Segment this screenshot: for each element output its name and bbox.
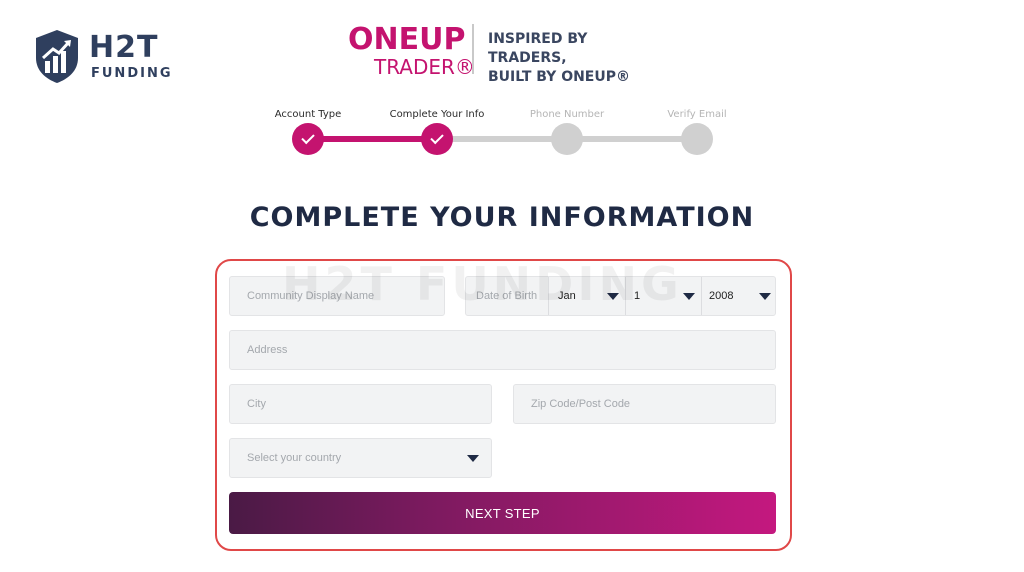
city-input[interactable]: City [229,384,492,424]
zip-code-input[interactable]: Zip Code/Post Code [513,384,776,424]
watermark: H2T FUNDING [282,257,683,311]
partner-name-line2: TRADER® [374,55,475,79]
oneup-trader-logo: ONEUP TRADER® INSPIRED BY TRADERS, BUILT… [348,22,668,85]
page-title: COMPLETE YOUR INFORMATION [249,202,755,233]
caret-down-icon [467,455,479,462]
dob-year-select[interactable]: 2008 [702,277,776,315]
step-phone-number [551,123,583,155]
check-icon [301,130,315,145]
step-account-type [292,123,324,155]
country-placeholder: Select your country [247,452,342,464]
step-label-phone-number: Phone Number [529,109,605,120]
country-select[interactable]: Select your country [229,438,492,478]
step-complete-info [421,123,453,155]
check-icon [430,130,444,145]
address-input[interactable]: Address [229,330,776,370]
partner-tagline-line1: INSPIRED BY TRADERS, [488,31,588,66]
step-label-account-type: Account Type [274,109,342,120]
partner-name-line1: ONEUP [348,22,466,57]
brand-name: H2T [89,30,159,65]
shield-chart-icon [36,30,78,83]
partner-tagline-line2: BUILT BY ONEUP® [488,69,631,85]
step-label-complete-info: Complete Your Info [389,109,485,120]
progress-stepper: Account Type Complete Your Info Phone Nu… [260,108,750,168]
caret-down-icon [683,293,695,300]
next-step-button[interactable]: NEXT STEP [229,492,776,534]
dob-year-value: 2008 [709,290,734,302]
h2t-funding-logo: H2T FUNDING [33,28,183,86]
logo-divider [472,24,474,74]
partner-tagline: INSPIRED BY TRADERS, BUILT BY ONEUP® [488,30,668,87]
step-label-verify-email: Verify Email [667,109,727,120]
step-line-completed [308,136,437,142]
caret-down-icon [759,293,771,300]
step-verify-email [681,123,713,155]
brand-subtitle: FUNDING [91,66,173,81]
